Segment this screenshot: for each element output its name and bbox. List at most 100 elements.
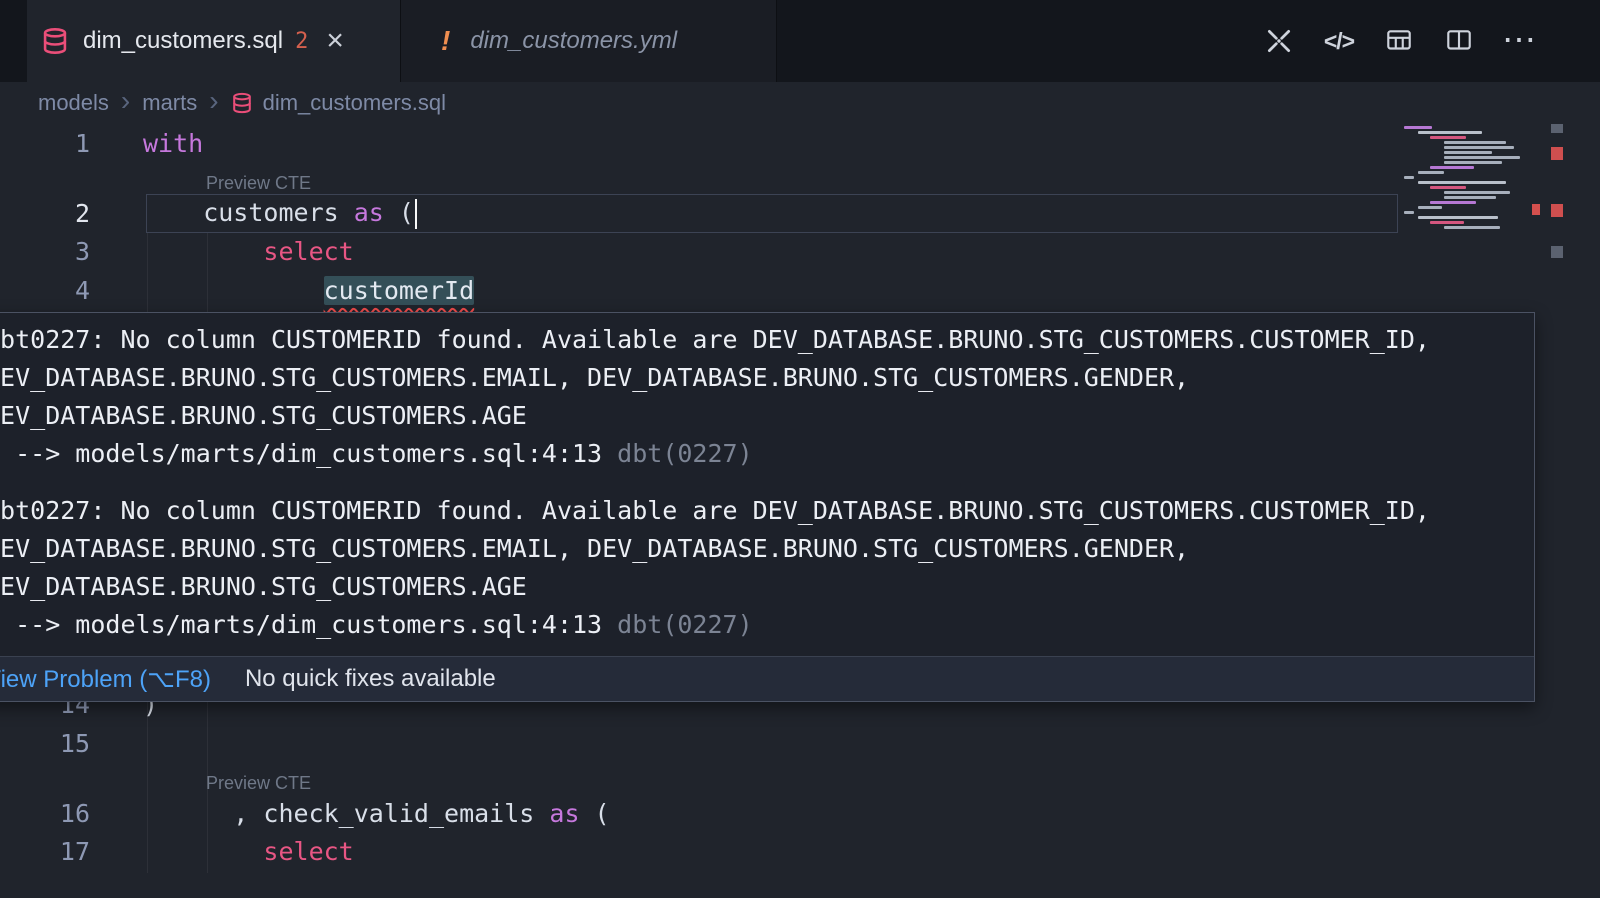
- codelens-preview-cte-link[interactable]: Preview CTE: [206, 773, 311, 794]
- code-token: [143, 237, 263, 266]
- diagnostic-text-line: DEV_DATABASE.BRUNO.STG_CUSTOMERS.AGE: [0, 397, 1534, 435]
- code-text: customerId: [143, 276, 474, 305]
- codelens-row: Preview CTE: [0, 163, 1600, 194]
- vscode-window: dim_customers.sql 2 × ! dim_customers.ym…: [0, 0, 1600, 898]
- overview-ruler[interactable]: [1551, 0, 1564, 898]
- query-results-icon[interactable]: [1383, 25, 1415, 57]
- code-text: , check_valid_emails as (: [143, 799, 610, 828]
- tab-dim-customers-sql[interactable]: dim_customers.sql 2 ×: [27, 0, 400, 82]
- minimap-line: [1444, 196, 1496, 199]
- minimap-line: [1444, 226, 1500, 229]
- no-quick-fixes-text: No quick fixes available: [245, 665, 496, 693]
- code-text: select: [143, 237, 354, 266]
- diagnostic-text-line: DEV_DATABASE.BRUNO.STG_CUSTOMERS.EMAIL, …: [0, 359, 1534, 397]
- code-preview-icon[interactable]: </>: [1323, 25, 1355, 57]
- minimap-line: [1444, 191, 1510, 194]
- diagnostic-location-line: --> models/marts/dim_customers.sql:4:13 …: [0, 435, 1534, 473]
- line-number: 1: [0, 129, 90, 158]
- tab-dim-customers-yml[interactable]: ! dim_customers.yml: [400, 0, 777, 82]
- diagnostic-text-line: DEV_DATABASE.BRUNO.STG_CUSTOMERS.AGE: [0, 568, 1534, 606]
- code-token: [143, 837, 263, 866]
- diagnostic-location: --> models/marts/dim_customers.sql:4:13: [0, 610, 602, 639]
- minimap-line: [1418, 171, 1444, 174]
- ruler-mark: [1551, 204, 1563, 217]
- database-icon: [231, 92, 253, 114]
- minimap-line: [1418, 131, 1482, 134]
- diagnostic-text-line: dbt0227: No column CUSTOMERID found. Ava…: [0, 321, 1534, 359]
- code-token: select: [263, 237, 353, 266]
- diagnostic-text-line: dbt0227: No column CUSTOMERID found. Ava…: [0, 492, 1534, 530]
- minimap-line: [1404, 126, 1432, 129]
- code-line-1[interactable]: 1 with: [0, 124, 1600, 163]
- breadcrumb-file[interactable]: dim_customers.sql: [263, 90, 446, 116]
- breadcrumb: models › marts › dim_customers.sql: [0, 82, 1600, 124]
- line-number: 17: [0, 837, 90, 866]
- view-problem-link[interactable]: View Problem (⌥F8): [0, 665, 211, 694]
- code-token: as: [354, 198, 384, 227]
- code-line-17[interactable]: 17 select: [0, 833, 1600, 872]
- ruler-mark: [1551, 124, 1563, 133]
- minimap-line: [1444, 141, 1506, 144]
- minimap-line: [1430, 166, 1474, 169]
- dbt-icon[interactable]: [1263, 25, 1295, 57]
- codelens-row: Preview CTE: [0, 763, 1600, 794]
- code-token: , check_valid_emails: [143, 799, 549, 828]
- minimap[interactable]: [1404, 126, 1542, 231]
- split-editor-icon[interactable]: [1443, 25, 1475, 57]
- minimap-line: [1418, 216, 1498, 219]
- minimap-line: [1444, 146, 1514, 149]
- hover-status-bar: View Problem (⌥F8) No quick fixes availa…: [0, 656, 1534, 701]
- diagnostic-text-line: DEV_DATABASE.BRUNO.STG_CUSTOMERS.EMAIL, …: [0, 530, 1534, 568]
- hover-messages: dbt0227: No column CUSTOMERID found. Ava…: [0, 313, 1534, 656]
- diagnostic-location: --> models/marts/dim_customers.sql:4:13: [0, 439, 602, 468]
- minimap-line: [1430, 136, 1466, 139]
- code-token: with: [143, 129, 203, 158]
- code-line-3[interactable]: 3 select: [0, 233, 1600, 272]
- breadcrumb-marts[interactable]: marts: [142, 90, 197, 116]
- ruler-mark: [1551, 147, 1563, 160]
- code-token: as: [549, 799, 579, 828]
- diagnostic-message: dbt0227: No column CUSTOMERID found. Ava…: [0, 321, 1534, 473]
- code-line-2[interactable]: 2 customers as (: [0, 194, 1600, 233]
- diagnostic-location-line: --> models/marts/dim_customers.sql:4:13 …: [0, 606, 1534, 644]
- tab-problem-badge: 2: [295, 29, 308, 54]
- more-actions-icon[interactable]: ⋯: [1503, 25, 1535, 57]
- line-number: 4: [0, 276, 90, 305]
- editor-tab-bar: dim_customers.sql 2 × ! dim_customers.ym…: [0, 0, 1600, 82]
- code-line-15[interactable]: 15: [0, 724, 1600, 763]
- line-number: 3: [0, 237, 90, 266]
- tab-label: dim_customers.yml: [470, 27, 677, 55]
- code-text: customers as (: [143, 198, 417, 229]
- line-number: 16: [0, 799, 90, 828]
- tab-bar-actions: </> ⋯: [1263, 0, 1535, 82]
- chevron-right-icon: ›: [121, 87, 130, 119]
- code-text: select: [143, 837, 354, 866]
- code-token: (: [384, 198, 414, 227]
- minimap-line: [1418, 206, 1442, 209]
- chevron-right-icon: ›: [209, 87, 218, 119]
- diagnostic-code: dbt(0227): [602, 439, 753, 468]
- tab-label: dim_customers.sql: [83, 27, 283, 55]
- code-token: (: [580, 799, 610, 828]
- minimap-error-marker: [1532, 204, 1540, 215]
- minimap-line: [1430, 221, 1464, 224]
- codelens-preview-cte-link[interactable]: Preview CTE: [206, 173, 311, 194]
- code-line-4[interactable]: 4 customerId: [0, 271, 1600, 310]
- code-token: [143, 276, 324, 305]
- minimap-line: [1404, 211, 1414, 214]
- code-line-16[interactable]: 16 , check_valid_emails as (: [0, 794, 1600, 833]
- diagnostic-code: dbt(0227): [602, 610, 753, 639]
- minimap-line: [1430, 186, 1466, 189]
- line-number: 15: [0, 729, 90, 758]
- breadcrumb-models[interactable]: models: [38, 90, 109, 116]
- error-hover-popup: dbt0227: No column CUSTOMERID found. Ava…: [0, 312, 1535, 702]
- minimap-line: [1430, 201, 1476, 204]
- close-icon[interactable]: ×: [326, 26, 344, 56]
- code-token: customers: [143, 198, 354, 227]
- code-token: select: [263, 837, 353, 866]
- text-cursor: [415, 199, 417, 229]
- minimap-line: [1444, 156, 1520, 159]
- line-number: 2: [0, 199, 90, 228]
- code-token: customerId: [324, 276, 475, 305]
- warning-icon: !: [441, 25, 450, 57]
